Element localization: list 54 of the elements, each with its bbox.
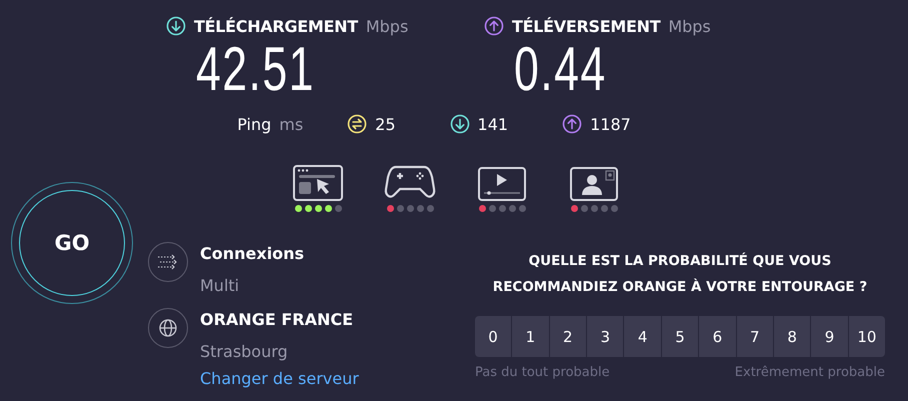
rating-dot — [426, 205, 434, 212]
score-button[interactable]: 1 — [512, 316, 549, 357]
ping-unit: ms — [279, 114, 304, 134]
video-player-icon — [478, 167, 526, 201]
score-button[interactable]: 7 — [736, 316, 773, 357]
idle-latency-icon — [347, 114, 368, 134]
server-city: Strasbourg — [200, 341, 289, 363]
upload-ping-value: 1187 — [590, 114, 631, 134]
rating-dot — [508, 205, 516, 212]
download-value: 42.51 — [196, 38, 315, 102]
score-button[interactable]: 9 — [811, 316, 848, 357]
rating-dot — [590, 205, 598, 212]
download-unit: Mbps — [366, 16, 408, 36]
connections-label: Connexions — [200, 243, 306, 265]
low-scale-label: Pas du tout probable — [475, 365, 610, 380]
upload-label: TÉLÉVERSEMENT — [512, 16, 660, 36]
video-call-icon — [570, 167, 618, 201]
upload-value: 0.44 — [514, 38, 607, 102]
upload-icon — [484, 16, 504, 36]
upload-unit: Mbps — [668, 16, 711, 36]
score-button[interactable]: 5 — [662, 316, 698, 357]
go-button[interactable]: GO — [19, 190, 125, 296]
download-icon — [166, 16, 186, 36]
rating-dot — [580, 205, 588, 212]
rating-dot — [334, 205, 342, 212]
idle-ping-value: 25 — [375, 114, 396, 134]
survey-question: QUELLE EST LA PROBABILITÉ QUE VOUS RECOMMANDIEZ ORANGE À VOTRE ENTOURAGE ? — [492, 252, 868, 297]
rating-dot — [600, 205, 608, 212]
upload-ping-icon — [562, 114, 582, 134]
high-scale-label: Extrêmement probable — [734, 365, 885, 380]
provider-name: ORANGE FRANCE — [200, 309, 354, 331]
rating-dot — [396, 205, 404, 212]
ping-label: Ping — [237, 114, 272, 134]
rating-dot — [518, 205, 526, 212]
rating-dot — [488, 205, 496, 212]
download-label: TÉLÉCHARGEMENT — [194, 16, 358, 36]
rating-dot — [498, 205, 506, 212]
globe-icon — [148, 308, 188, 348]
download-ping-value: 141 — [478, 114, 508, 134]
download-ping-icon — [450, 114, 470, 134]
score-button[interactable]: 2 — [550, 316, 586, 357]
connections-value: Multi — [200, 275, 240, 297]
score-button[interactable]: 0 — [474, 316, 512, 357]
browser-cursor-icon — [293, 165, 343, 201]
connections-icon — [148, 242, 188, 282]
score-button[interactable]: 4 — [624, 316, 661, 357]
score-button[interactable]: 3 — [587, 316, 624, 357]
change-server-link[interactable]: Changer de serveur — [200, 368, 466, 390]
rating-dot — [406, 205, 414, 212]
rating-dot — [610, 205, 618, 212]
rating-dot — [416, 205, 424, 212]
score-button[interactable]: 6 — [699, 316, 736, 357]
score-button[interactable]: 10 — [848, 316, 886, 357]
score-button[interactable]: 8 — [774, 316, 810, 357]
